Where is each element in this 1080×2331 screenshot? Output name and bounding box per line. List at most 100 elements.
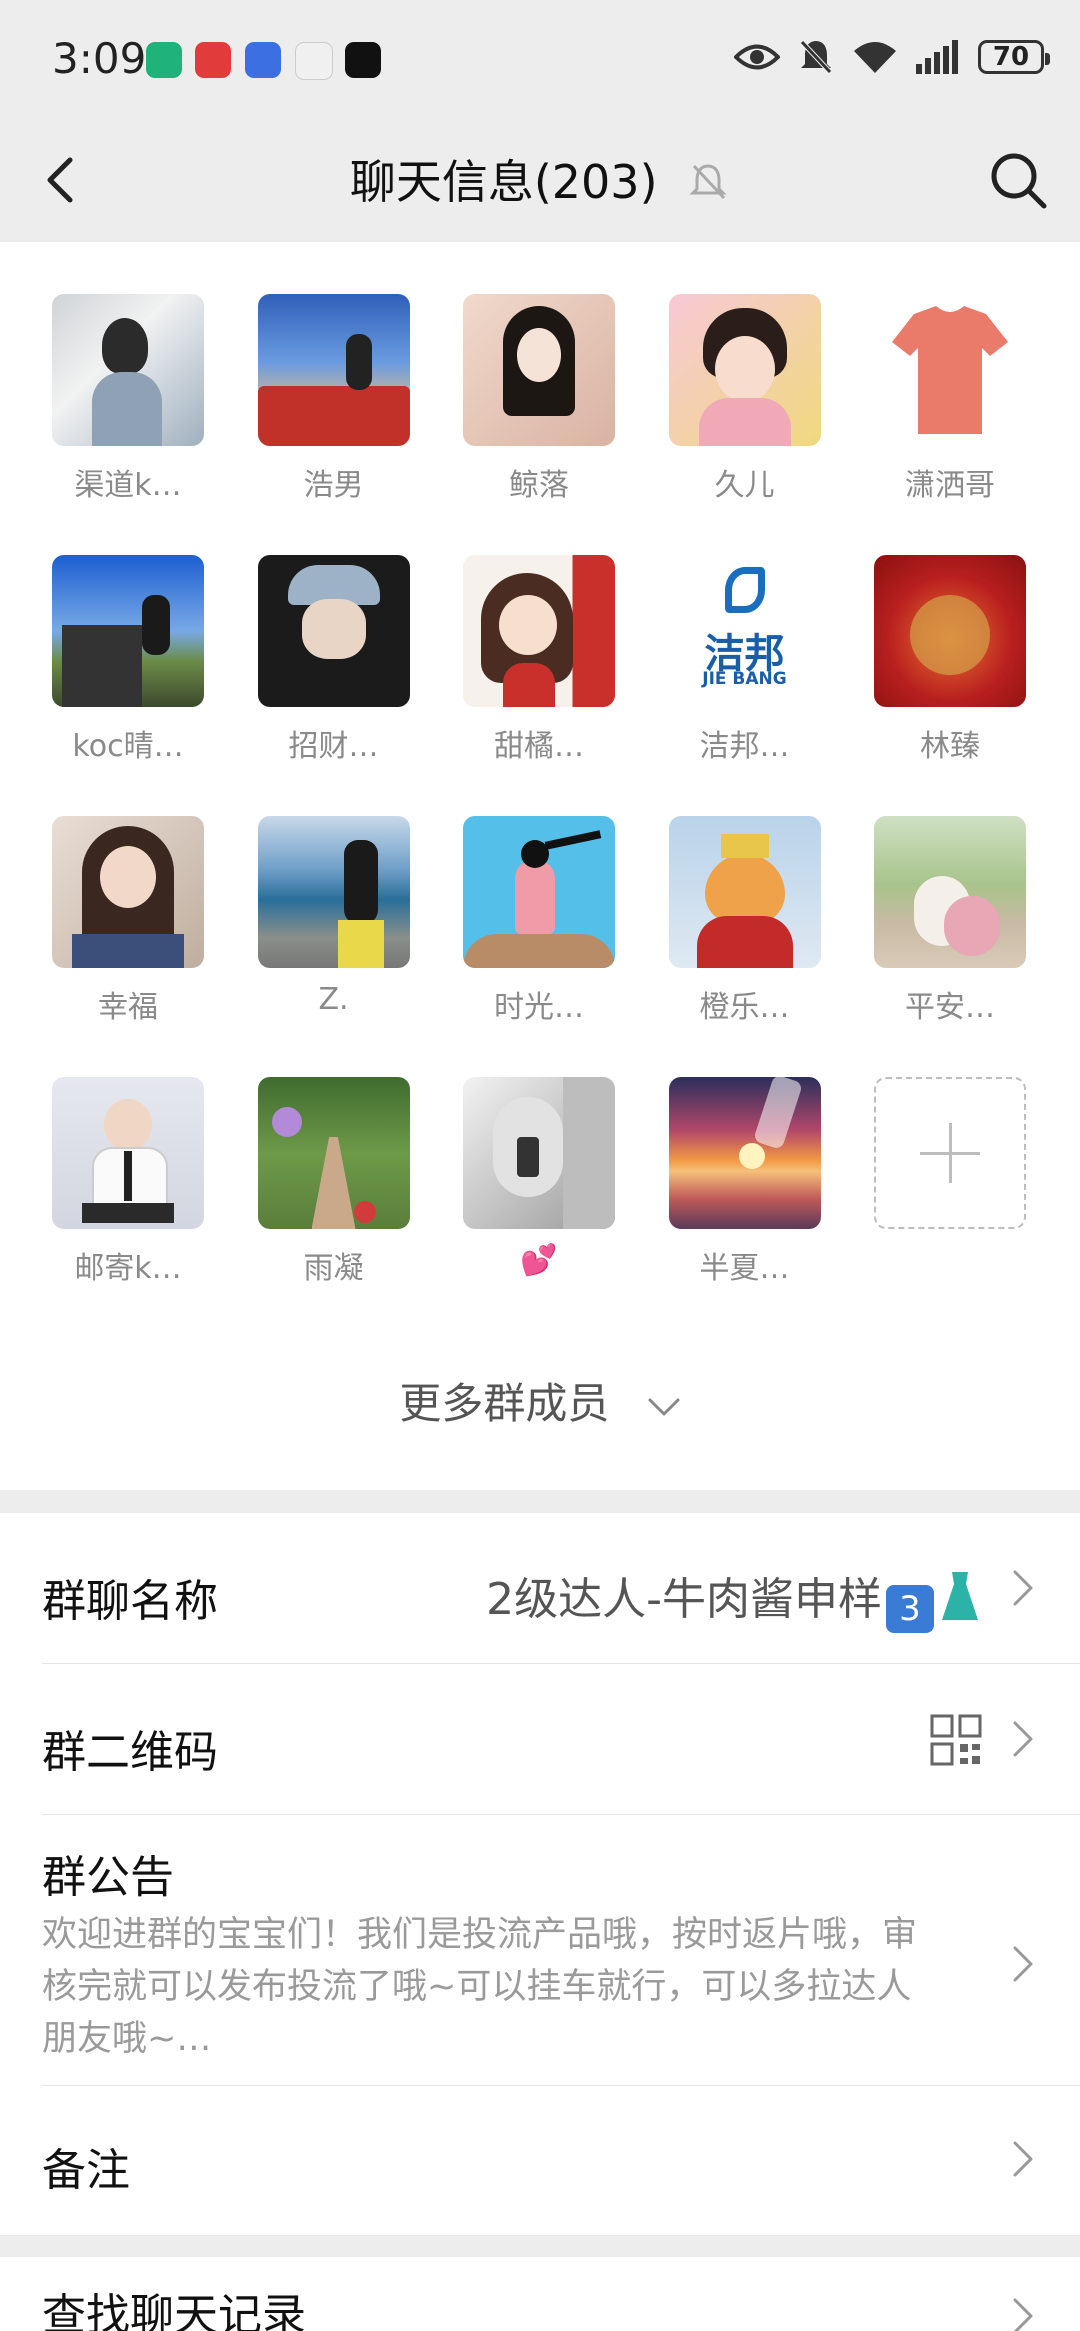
group-name-row[interactable]: 群聊名称 2级达人-牛肉酱申样 3 bbox=[0, 1513, 1080, 1663]
member-item[interactable]: 雨凝 bbox=[257, 1077, 410, 1338]
group-name-text: 2级达人-牛肉酱申样 bbox=[486, 1574, 882, 1625]
mute-notification-icon bbox=[800, 40, 832, 74]
member-name: 半夏… bbox=[699, 1251, 790, 1286]
settings-list: 群聊名称 2级达人-牛肉酱申样 3 群二维码 群公告 欢迎进群的宝宝们！我们是投流… bbox=[0, 1513, 1080, 2235]
member-avatar bbox=[463, 816, 615, 968]
member-avatar bbox=[257, 555, 410, 707]
member-name: 久儿 bbox=[714, 468, 775, 503]
member-name: 💕 bbox=[520, 1243, 558, 1278]
app-notification-icon bbox=[146, 42, 182, 78]
member-name: 招财… bbox=[288, 729, 379, 764]
battery-level: 70 bbox=[992, 42, 1030, 72]
signal-icon bbox=[916, 40, 958, 74]
brand-logo-en: JIE BANG bbox=[702, 669, 787, 689]
chevron-right-icon bbox=[1013, 1721, 1033, 1757]
group-name-value: 2级达人-牛肉酱申样 3 bbox=[486, 1563, 982, 1633]
member-item[interactable]: 林臻 bbox=[874, 555, 1026, 816]
chevron-right-icon bbox=[1013, 1946, 1033, 1982]
member-item[interactable]: 招财… bbox=[257, 555, 410, 816]
battery-indicator: 70 bbox=[978, 40, 1050, 74]
member-avatar bbox=[463, 555, 615, 707]
member-item[interactable]: 橙乐… bbox=[668, 816, 821, 1077]
chevron-right-icon bbox=[1013, 2298, 1033, 2331]
search-icon[interactable] bbox=[984, 146, 1052, 214]
member-name: 渠道k… bbox=[74, 468, 182, 503]
member-avatar bbox=[668, 816, 821, 968]
search-history-label: 查找聊天记录 bbox=[42, 2290, 306, 2331]
member-avatar bbox=[257, 1077, 410, 1229]
group-notice-label: 群公告 bbox=[42, 1852, 174, 1903]
remark-row[interactable]: 备注 bbox=[0, 2086, 1080, 2235]
member-item[interactable]: 时光… bbox=[463, 816, 615, 1077]
member-name: 时光… bbox=[494, 990, 584, 1025]
member-item[interactable]: 半夏… bbox=[668, 1077, 821, 1338]
member-avatar: 洁邦 JIE BANG bbox=[668, 555, 821, 707]
page-title-wrap: 聊天信息(203) bbox=[0, 146, 1080, 212]
member-item[interactable]: 邮寄k… bbox=[52, 1077, 204, 1338]
member-item[interactable]: 幸福 bbox=[52, 816, 204, 1077]
member-avatar bbox=[52, 816, 204, 968]
group-qr-row[interactable]: 群二维码 bbox=[0, 1664, 1080, 1814]
group-notice-text: 欢迎进群的宝宝们！我们是投流产品哦，按时返片哦，审核完就可以发布投流了哦~可以挂… bbox=[42, 1915, 918, 2059]
group-name-label: 群聊名称 bbox=[42, 1576, 218, 1627]
member-item[interactable]: 💕 bbox=[463, 1077, 615, 1338]
add-member-icon[interactable] bbox=[874, 1077, 1026, 1229]
member-avatar bbox=[668, 1077, 821, 1229]
member-name: 潇洒哥 bbox=[905, 468, 995, 503]
dress-icon bbox=[942, 1572, 978, 1620]
member-item[interactable]: 久儿 bbox=[668, 294, 821, 555]
member-name: 橙乐… bbox=[699, 990, 790, 1025]
member-name: 甜橘… bbox=[494, 729, 584, 764]
search-history-row[interactable]: 查找聊天记录 bbox=[0, 2257, 1080, 2331]
members-panel: 渠道k… 浩男 鲸落 久儿 潇洒哥 koc晴… 招财… 甜橘… 洁邦 JIE BA… bbox=[0, 242, 1080, 1490]
tiktok-icon bbox=[345, 42, 381, 78]
member-name: 洁邦… bbox=[699, 729, 790, 764]
member-item[interactable]: 鲸落 bbox=[463, 294, 615, 555]
member-name: 浩男 bbox=[303, 468, 364, 503]
group-qr-label: 群二维码 bbox=[42, 1727, 218, 1778]
member-item[interactable]: koc晴… bbox=[52, 555, 204, 816]
member-name: 雨凝 bbox=[303, 1251, 364, 1286]
member-name: 平安… bbox=[905, 990, 995, 1025]
eye-icon bbox=[734, 44, 780, 70]
member-name: 幸福 bbox=[98, 990, 158, 1025]
status-bar: 3:09 70 bbox=[0, 0, 1080, 120]
keycap-3-icon: 3 bbox=[886, 1585, 934, 1633]
member-item[interactable]: 洁邦 JIE BANG 洁邦… bbox=[668, 555, 821, 816]
add-member-item[interactable] bbox=[874, 1077, 1026, 1338]
wifi-icon bbox=[854, 42, 896, 73]
member-avatar bbox=[668, 294, 821, 446]
member-name: Z. bbox=[318, 982, 349, 1017]
group-notice-row[interactable]: 群公告 欢迎进群的宝宝们！我们是投流产品哦，按时返片哦，审核完就可以发布投流了哦… bbox=[0, 1815, 1080, 2085]
member-item[interactable]: 渠道k… bbox=[52, 294, 204, 555]
member-grid: 渠道k… 浩男 鲸落 久儿 潇洒哥 koc晴… 招财… 甜橘… 洁邦 JIE BA… bbox=[52, 294, 1026, 1338]
member-avatar bbox=[257, 294, 410, 446]
member-name: 鲸落 bbox=[509, 468, 569, 503]
member-item[interactable]: 浩男 bbox=[257, 294, 410, 555]
nav-header: 聊天信息(203) bbox=[0, 120, 1080, 242]
member-avatar bbox=[874, 294, 1026, 446]
member-item[interactable]: 潇洒哥 bbox=[874, 294, 1026, 555]
huawei-app-icon bbox=[195, 42, 231, 78]
member-name: 林臻 bbox=[920, 729, 980, 764]
chevron-down-icon bbox=[648, 1398, 680, 1415]
member-item[interactable]: Z. bbox=[257, 816, 410, 1077]
member-avatar bbox=[52, 1077, 204, 1229]
member-name: koc晴… bbox=[72, 729, 184, 764]
member-item[interactable]: 甜橘… bbox=[463, 555, 615, 816]
member-item[interactable]: 平安… bbox=[874, 816, 1026, 1077]
house-app-icon bbox=[295, 42, 333, 80]
chevron-right-icon bbox=[1013, 2141, 1033, 2177]
member-avatar bbox=[257, 816, 410, 968]
status-time: 3:09 bbox=[52, 34, 147, 83]
member-avatar bbox=[463, 1077, 615, 1229]
more-members-label: 更多群成员 bbox=[399, 1379, 610, 1428]
more-members-button[interactable]: 更多群成员 bbox=[0, 1370, 1080, 1431]
member-avatar bbox=[52, 555, 204, 707]
bell-muted-icon bbox=[689, 164, 727, 200]
chevron-right-icon bbox=[1013, 1570, 1033, 1606]
page-title: 聊天信息(203) bbox=[349, 155, 658, 209]
member-avatar bbox=[463, 294, 615, 446]
remark-label: 备注 bbox=[42, 2145, 130, 2196]
member-avatar bbox=[874, 555, 1026, 707]
